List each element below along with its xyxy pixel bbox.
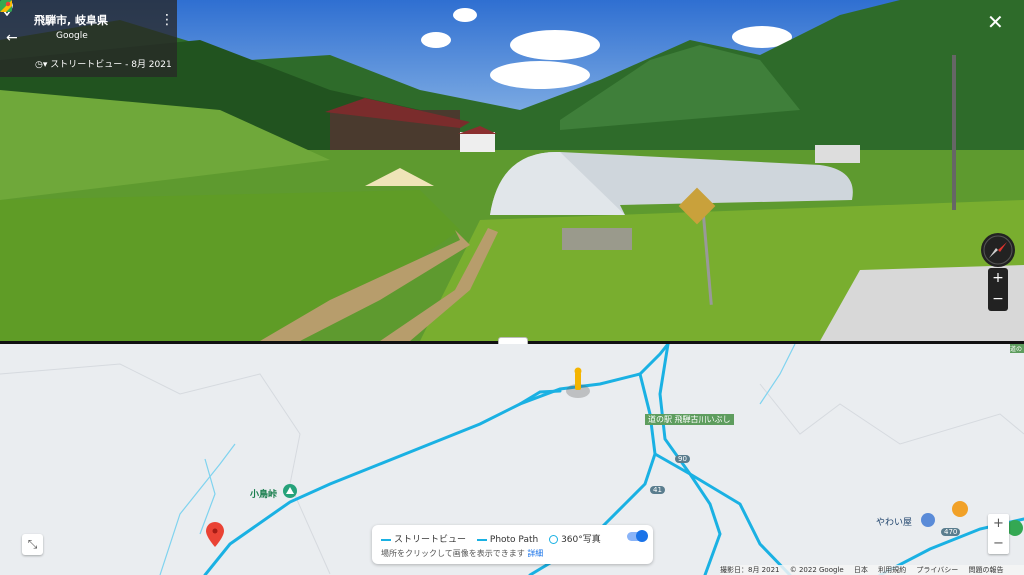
legend-photo-path: Photo Path bbox=[476, 535, 538, 545]
route-shield-41: 41 bbox=[650, 486, 665, 494]
legend-streetview: ストリートビュー bbox=[381, 535, 466, 545]
streetview-date-selector[interactable]: ◷▾ ストリートビュー - 8月 2021 bbox=[35, 57, 172, 70]
route-shield-470: 470 bbox=[941, 528, 961, 536]
terms-link[interactable]: 利用規約 bbox=[878, 566, 906, 574]
provider-name: Google bbox=[56, 31, 88, 41]
route-shield-90: 90 bbox=[675, 455, 690, 463]
back-arrow-icon[interactable]: ← bbox=[6, 30, 18, 46]
privacy-link[interactable]: プライバシー bbox=[916, 566, 958, 574]
compass-icon bbox=[983, 235, 1013, 265]
streetview-panorama[interactable]: ← 飛騨市, 岐阜県 ⋮ Google ◷▾ ストリートビュー - 8月 202… bbox=[0, 0, 1024, 341]
streetview-date-label: ストリートビュー - 8月 2021 bbox=[50, 60, 172, 70]
place-name: 飛騨市, 岐阜県 bbox=[34, 14, 109, 27]
map-footer: 撮影日：8月 2021 © 2022 Google 日本 利用規約 プライバシー… bbox=[720, 565, 1024, 575]
feedback-link[interactable]: 問題の報告 bbox=[969, 566, 1004, 574]
country-link[interactable]: 日本 bbox=[854, 566, 868, 574]
streetview-zoom-in-button[interactable]: + bbox=[988, 268, 1008, 289]
location-info-card: ← 飛騨市, 岐阜県 ⋮ Google ◷▾ ストリートビュー - 8月 202… bbox=[0, 0, 177, 77]
map-zoom-controls: + − bbox=[988, 514, 1009, 554]
place-label-yawaiya[interactable]: やわい屋 bbox=[876, 515, 912, 528]
pass-label[interactable]: 小鳥峠 bbox=[250, 487, 277, 500]
roadside-station-label[interactable]: 道の駅 飛騨古川いぶし bbox=[645, 414, 734, 425]
pegman-icon bbox=[575, 372, 581, 390]
red-location-pin-icon bbox=[206, 522, 224, 547]
capture-date: 撮影日：8月 2021 bbox=[720, 566, 780, 574]
compass-control[interactable] bbox=[981, 233, 1015, 267]
history-clock-icon: ◷▾ bbox=[35, 60, 48, 70]
copyright: © 2022 Google bbox=[789, 566, 844, 574]
corner-place-tag[interactable]: 道の bbox=[1010, 344, 1024, 353]
more-options-icon[interactable]: ⋮ bbox=[160, 12, 174, 28]
streetview-layer-toggle[interactable] bbox=[627, 530, 648, 542]
close-icon[interactable]: ✕ bbox=[987, 10, 1004, 34]
collapse-icon: ⤡ bbox=[27, 537, 38, 551]
streetview-legend: ストリートビュー Photo Path 360°写真 場所をクリックして画像を表… bbox=[372, 525, 653, 564]
legend-hint: 場所をクリックして画像を表示できます bbox=[381, 549, 525, 558]
legend-360-photo: 360°写真 bbox=[549, 535, 601, 545]
streetview-zoom-out-button[interactable]: − bbox=[988, 289, 1008, 310]
map-zoom-out-button[interactable]: − bbox=[988, 534, 1009, 554]
map-view[interactable]: 小鳥峠 道の駅 飛騨古川いぶし やわい屋 90 41 470 道の ストリートビ… bbox=[0, 344, 1024, 575]
collapse-map-button[interactable]: ⤡ bbox=[22, 534, 43, 555]
ring-icon bbox=[549, 535, 559, 544]
google-maps-logo-icon bbox=[0, 0, 12, 12]
details-link[interactable]: 詳細 bbox=[527, 549, 543, 558]
map-zoom-in-button[interactable]: + bbox=[988, 514, 1009, 534]
streetview-zoom-controls: + − bbox=[988, 268, 1008, 311]
